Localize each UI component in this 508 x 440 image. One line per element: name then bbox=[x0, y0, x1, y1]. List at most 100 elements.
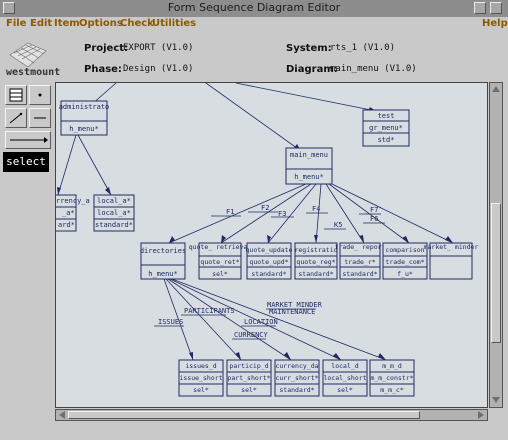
point-tool-button[interactable] bbox=[29, 85, 51, 105]
edge-label-issues: ISSUES bbox=[158, 318, 183, 326]
quote-update-row2: standard* bbox=[251, 270, 286, 278]
particip-d-row2: sel* bbox=[241, 386, 257, 394]
node-comparison[interactable]: comparison trade_com* f_u* bbox=[382, 242, 428, 280]
particip-d-row1: part_short* bbox=[227, 374, 270, 382]
comparison-row1: trade_com* bbox=[385, 258, 424, 266]
local-d-row1: local_short bbox=[323, 374, 366, 382]
line-tool-button[interactable] bbox=[29, 108, 51, 128]
form-tool-button[interactable] bbox=[5, 85, 27, 105]
logo-text: westmount bbox=[6, 67, 60, 77]
select-tool-button[interactable]: select bbox=[3, 152, 49, 172]
scroll-down-arrow-icon[interactable] bbox=[491, 395, 501, 405]
trade-report-row2: standard* bbox=[342, 270, 377, 278]
diagram-value: main_menu (V1.0) bbox=[330, 64, 417, 74]
edge-label-participants: PARTICIPANTS bbox=[184, 307, 235, 315]
project-value: EXPORT (V1.0) bbox=[123, 43, 194, 53]
node-market-minder[interactable]: market_ minder bbox=[424, 242, 479, 280]
dot-icon bbox=[38, 93, 42, 97]
project-label: Project: bbox=[84, 43, 129, 54]
node-currency-da[interactable]: currency_da curr_short* standard* bbox=[274, 359, 320, 397]
test-row1: gr_menu* bbox=[369, 124, 403, 132]
trade-report-title: trade_ report bbox=[335, 243, 386, 251]
node-administrator[interactable]: administrato h_menu* bbox=[59, 100, 110, 136]
connector-tool-button[interactable] bbox=[5, 108, 27, 128]
quote-update-title: quote_update bbox=[246, 246, 293, 254]
scroll-left-arrow-icon[interactable] bbox=[57, 410, 67, 420]
maximize-icon[interactable] bbox=[490, 2, 502, 14]
node-local-d[interactable]: local_d local_short sel* bbox=[322, 359, 368, 397]
connector-icon bbox=[9, 112, 23, 124]
test-title: test bbox=[378, 112, 395, 120]
arrow-tool-button[interactable] bbox=[5, 131, 51, 149]
node-issues-d[interactable]: issues_d issue_short sel* bbox=[178, 359, 224, 397]
scroll-up-arrow-icon[interactable] bbox=[491, 84, 501, 94]
node-main-menu[interactable]: main_menu h_menu* bbox=[285, 147, 333, 185]
menu-utilities[interactable]: Utilities bbox=[152, 18, 196, 29]
currency-da-row1: curr_short* bbox=[275, 374, 318, 382]
minimize-icon[interactable] bbox=[474, 2, 486, 14]
node-test[interactable]: test gr_menu* std* bbox=[362, 109, 410, 147]
registration-title: registratio bbox=[294, 246, 337, 254]
local-a-title: local_a* bbox=[97, 197, 131, 205]
diagram-canvas[interactable]: administrato h_menu* test gr_menu* std* … bbox=[55, 82, 488, 408]
registration-row2: standard* bbox=[298, 270, 333, 278]
currency-da-title: currency_da bbox=[275, 362, 318, 370]
m-m-d-title: m_m_d bbox=[382, 362, 402, 370]
administrator-row1: h_menu* bbox=[69, 125, 99, 133]
menu-file[interactable]: File bbox=[6, 18, 26, 29]
local-d-row2: sel* bbox=[337, 386, 353, 394]
diagram-header: westmount Project: EXPORT (V1.0) Phase: … bbox=[0, 33, 508, 81]
form-icon bbox=[9, 88, 23, 102]
menu-edit[interactable]: Edit bbox=[30, 18, 52, 29]
market-minder-title: market_ minder bbox=[424, 243, 479, 251]
edge-label-f7: F7 bbox=[370, 206, 378, 214]
edge-label-location: LOCATION bbox=[244, 318, 278, 326]
local-a-row2: standard* bbox=[95, 221, 133, 229]
currency-a-title: rrency_a bbox=[56, 197, 90, 205]
edge-label-f2: F2 bbox=[261, 204, 269, 212]
local-d-title: local_d bbox=[331, 362, 358, 370]
edge-label-maintenance: MAINTENANCE bbox=[269, 308, 315, 316]
administrator-title: administrato bbox=[59, 103, 110, 111]
test-row2: std* bbox=[378, 136, 395, 144]
edge-label-f1: F1 bbox=[226, 208, 234, 216]
registration-row1: quote_reg* bbox=[296, 258, 335, 266]
title-bar[interactable]: Form Sequence Diagram Editor bbox=[0, 0, 508, 18]
main-menu-row1: h_menu* bbox=[294, 173, 324, 181]
quote-retrieval-row1: quote_ret* bbox=[200, 258, 239, 266]
vertical-scroll-thumb[interactable] bbox=[491, 203, 501, 343]
node-currency-a[interactable]: rrency_a _a* ard* bbox=[56, 194, 90, 232]
vertical-scrollbar[interactable] bbox=[489, 82, 503, 408]
diagram-svg[interactable]: administrato h_menu* test gr_menu* std* … bbox=[56, 83, 488, 408]
currency-da-row2: standard* bbox=[279, 386, 314, 394]
node-trade-report[interactable]: trade_ report trade_r* standard* bbox=[335, 242, 386, 280]
node-local-a[interactable]: local_a* local_a* standard* bbox=[93, 194, 135, 232]
menu-options[interactable]: Options bbox=[79, 18, 123, 29]
line-icon bbox=[34, 117, 46, 119]
node-quote-update[interactable]: quote_update quote_upd* standard* bbox=[246, 242, 293, 280]
edge-label-k5: K5 bbox=[334, 221, 342, 229]
node-registration[interactable]: registratio quote_reg* standard* bbox=[294, 242, 338, 280]
quote-retrieval-title: quote_ retrieval bbox=[189, 243, 252, 251]
arrow-icon bbox=[10, 137, 48, 143]
scroll-right-arrow-icon[interactable] bbox=[476, 410, 486, 420]
horizontal-scroll-thumb[interactable] bbox=[68, 411, 420, 419]
edge-label-f3: F3 bbox=[278, 210, 286, 218]
issues-d-row1: issue_short bbox=[179, 374, 222, 382]
edge-label-f4: F4 bbox=[312, 205, 320, 213]
menu-item[interactable]: Item bbox=[54, 18, 80, 29]
trade-report-row1: trade_r* bbox=[344, 258, 375, 266]
system-value: rts_1 (V1.0) bbox=[330, 43, 396, 53]
directories-title: directories bbox=[140, 247, 186, 255]
currency-a-row1: _a* bbox=[62, 209, 75, 217]
horizontal-scrollbar[interactable] bbox=[55, 409, 488, 421]
menu-check[interactable]: Check bbox=[120, 18, 154, 29]
node-particip-d[interactable]: particip_d part_short* sel* bbox=[226, 359, 272, 397]
window-title: Form Sequence Diagram Editor bbox=[167, 1, 341, 14]
node-directories[interactable]: directories h_menu* bbox=[140, 242, 186, 280]
main-menu-title: main_menu bbox=[290, 151, 328, 159]
menu-help[interactable]: Help bbox=[482, 18, 508, 29]
phase-value: Design (V1.0) bbox=[123, 64, 194, 74]
node-m-m-d[interactable]: m_m_d m_m_constr* m_m_c* bbox=[369, 359, 415, 397]
node-quote-retrieval[interactable]: quote_ retrieval quote_ret* sel* bbox=[189, 242, 252, 280]
